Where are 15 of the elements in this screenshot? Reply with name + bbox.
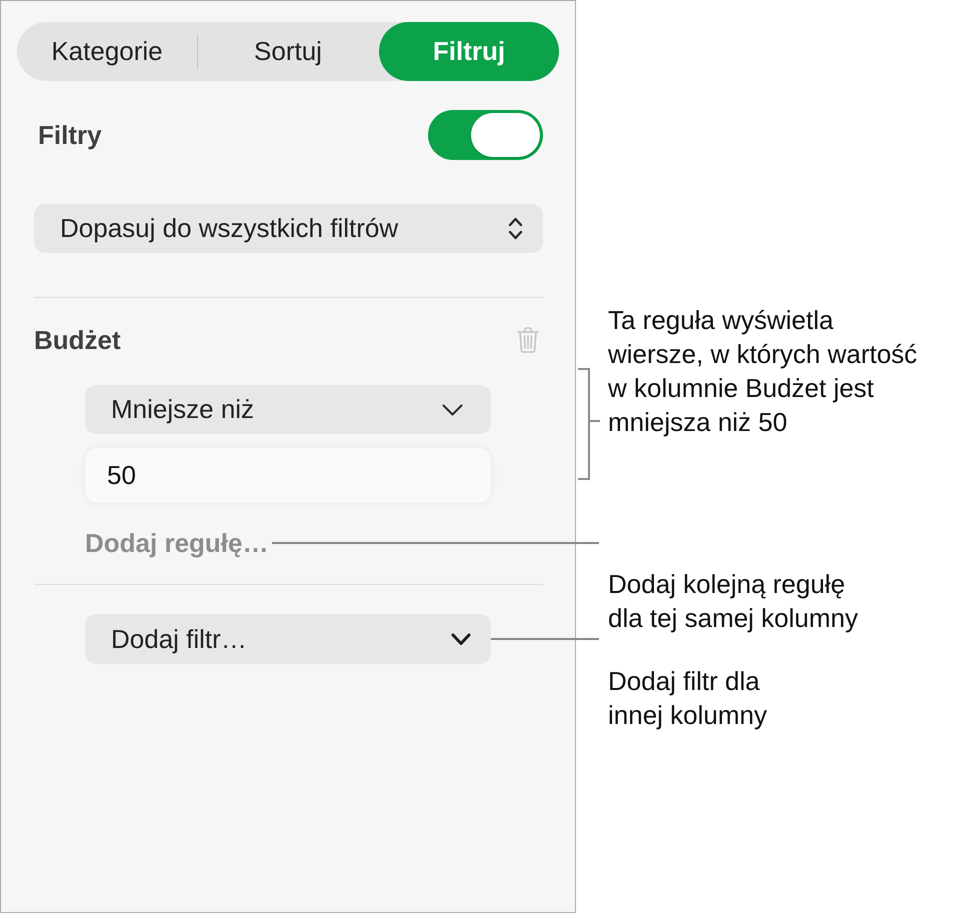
add-filter-dropdown[interactable]: Dodaj filtr… (85, 614, 491, 664)
callout-text: Ta reguła wyświetla wiersze, w których wartość w kolumnie Budżet jest mniejsza niż 50 (608, 304, 918, 439)
tab[interactable]: Sortuj (198, 22, 378, 81)
up-down-chevron-icon (508, 217, 523, 240)
tab[interactable]: Kategorie (17, 22, 197, 81)
callout-text: Dodaj kolejną regułę dla tej samej kolumny (607, 568, 858, 635)
callout-text: Dodaj filtr dla innej kolumny (607, 665, 767, 732)
match-dropdown[interactable]: Dopasuj do wszystkich filtrów (34, 204, 543, 253)
column-name: Budżet (34, 324, 121, 356)
condition-dropdown[interactable]: Mniejsze niż (85, 385, 491, 434)
filters-label: Filtry (38, 120, 102, 150)
filters-toggle[interactable] (428, 110, 543, 160)
chevron-down-icon (442, 404, 463, 416)
chevron-down-icon (451, 632, 471, 646)
value-field[interactable]: 50 (85, 448, 491, 503)
